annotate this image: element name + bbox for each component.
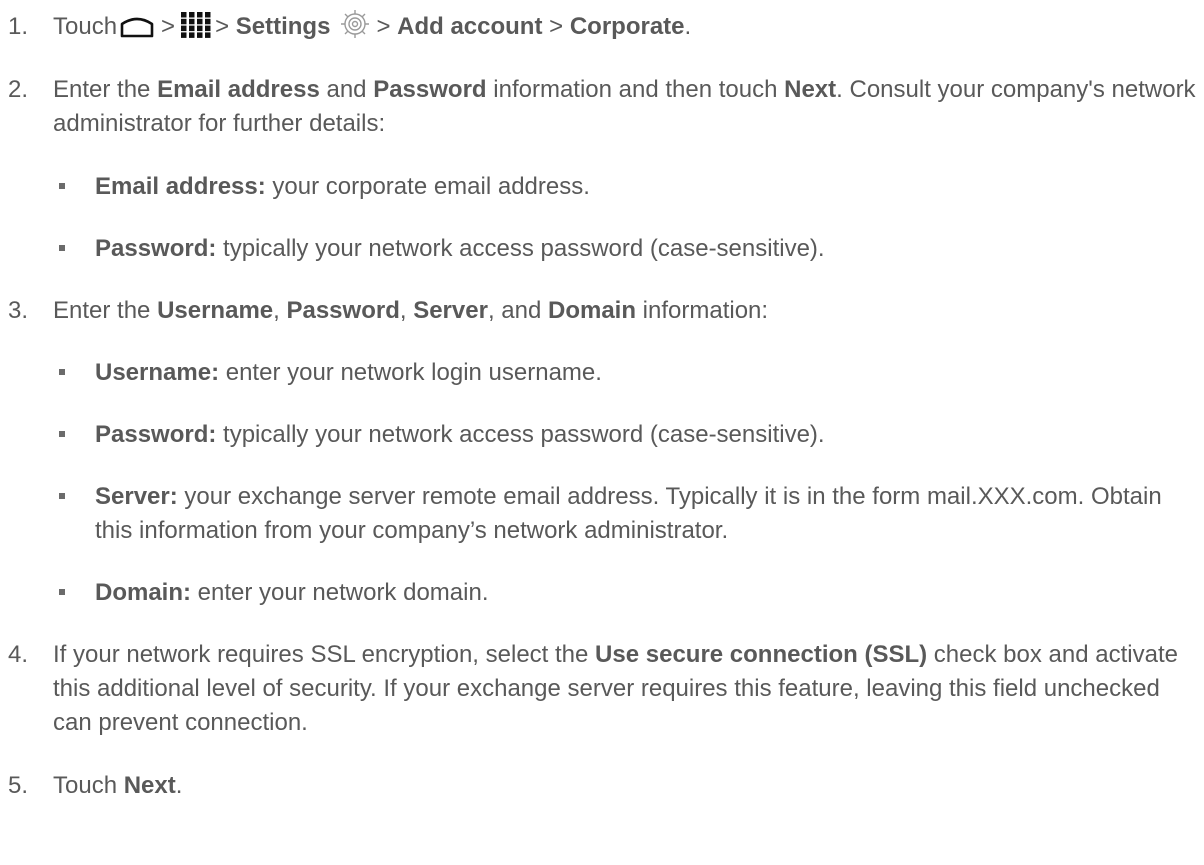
bullet-text: Domain: enter your network domain. — [95, 576, 488, 610]
bullet-marker — [59, 369, 65, 375]
bullet-body: your corporate email address. — [265, 173, 590, 200]
step-text: Enter the Email address and Password inf… — [53, 73, 1198, 141]
gear-icon — [341, 9, 370, 38]
step-1-prefix: Touch — [53, 13, 118, 40]
home-icon — [120, 17, 154, 37]
bullet-body: enter your network domain. — [191, 579, 489, 606]
bullet-label: Username: — [95, 359, 220, 386]
bullet-marker — [59, 245, 65, 251]
next-label: Next — [784, 76, 837, 103]
server-label: Server — [413, 297, 488, 324]
separator: > — [549, 13, 564, 40]
bullet-label: Server: — [95, 483, 178, 510]
text-run: Enter the — [53, 297, 158, 324]
bullet-text: Email address: your corporate email addr… — [95, 170, 590, 204]
bullet-label: Password: — [95, 235, 217, 262]
password-label: Password — [286, 297, 400, 324]
text-run: information: — [636, 297, 769, 324]
settings-label: Settings — [235, 13, 331, 40]
period: . — [175, 772, 183, 799]
ssl-label: Use secure connection (SSL) — [595, 641, 928, 668]
instructions-page: 1. Touch > > Settings > Add account > Corpo… — [0, 0, 1204, 865]
bullet-label: Email address: — [95, 173, 266, 200]
password-label: Password — [373, 76, 487, 103]
bullet-marker — [59, 183, 65, 189]
text-run: , and — [487, 297, 548, 324]
step-number: 2. — [8, 76, 29, 103]
step-number: 3. — [8, 297, 29, 324]
text-run: , — [273, 297, 287, 324]
step-number: 4. — [8, 641, 29, 668]
text-run: , — [399, 297, 414, 324]
bullet-text: Username: enter your network login usern… — [95, 356, 602, 390]
text-run: and — [319, 76, 374, 103]
bullet-text: Password: typically your network access … — [95, 232, 825, 266]
separator: > — [161, 13, 176, 40]
step-text: If your network requires SSL encryption,… — [53, 638, 1198, 740]
text-run: Enter the — [53, 76, 158, 103]
corporate-label: Corporate — [569, 13, 685, 40]
separator: > — [376, 13, 391, 40]
email-address-label: Email address — [157, 76, 320, 103]
step-number: 5. — [8, 772, 29, 799]
bullet-body: typically your network access password (… — [216, 421, 825, 448]
bullet-marker — [59, 493, 65, 499]
next-label: Next — [123, 772, 176, 799]
step-text: Touch > > Settings > Add account > Corporat… — [53, 9, 692, 44]
step-text: Enter the Username, Password, Server, an… — [53, 294, 768, 328]
bullet-text: Server: your exchange server remote emai… — [95, 480, 1200, 548]
add-account-label: Add account — [397, 13, 543, 40]
bullet-label: Password: — [95, 421, 217, 448]
bullet-body: typically your network access password (… — [216, 235, 825, 262]
domain-label: Domain — [547, 297, 636, 324]
text-run: Touch — [53, 772, 124, 799]
apps-icon — [181, 11, 211, 38]
bullet-body: enter your network login username. — [219, 359, 602, 386]
period: . — [684, 13, 692, 40]
bullet-text: Password: typically your network access … — [95, 418, 825, 452]
bullet-body: your exchange server remote email addres… — [95, 483, 1162, 544]
step-text: Touch Next. — [53, 769, 182, 803]
username-label: Username — [157, 297, 274, 324]
bullet-marker — [59, 431, 65, 437]
bullet-label: Domain: — [95, 579, 191, 606]
text-run: information and then touch — [486, 76, 785, 103]
text-run: If your network requires SSL encryption,… — [53, 641, 596, 668]
step-number: 1. — [8, 13, 29, 40]
bullet-marker — [59, 589, 65, 595]
separator: > — [215, 13, 230, 40]
